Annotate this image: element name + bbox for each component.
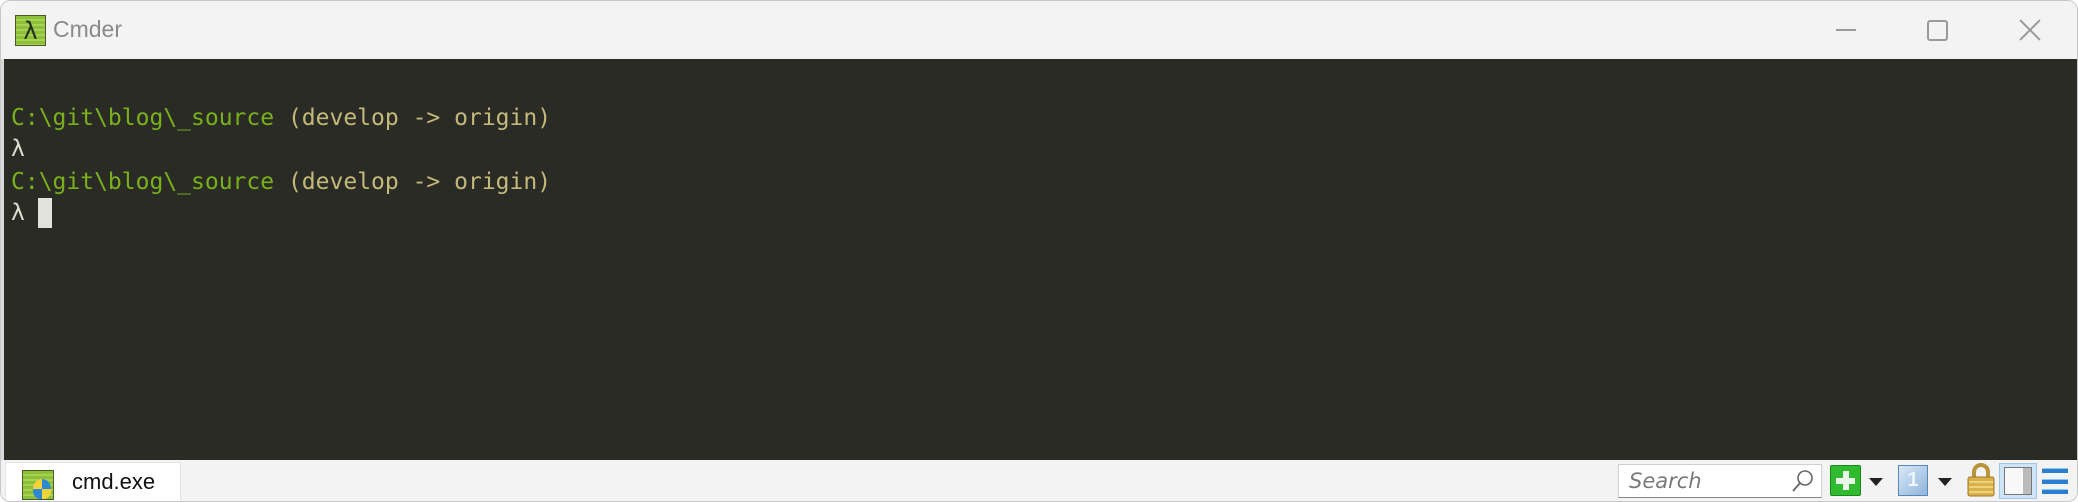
prompt-path: C:\git\blog\_source bbox=[11, 169, 275, 195]
maximize-icon bbox=[1926, 19, 1948, 41]
search-input[interactable] bbox=[1619, 465, 1789, 497]
minimize-icon bbox=[1836, 29, 1856, 31]
new-console-button[interactable] bbox=[1830, 465, 1861, 496]
lambda-icon[interactable]: λ bbox=[15, 15, 46, 46]
plus-icon-bar bbox=[1836, 478, 1855, 484]
close-icon bbox=[2019, 19, 2041, 41]
split-view-icon bbox=[2004, 467, 2032, 495]
split-view-button[interactable] bbox=[1999, 463, 2037, 499]
text-cursor bbox=[37, 197, 52, 228]
status-bar: cmd.exe 1 bbox=[1, 460, 2077, 501]
tab-cmd-exe[interactable]: cmd.exe bbox=[5, 462, 181, 501]
console-number-button[interactable]: 1 bbox=[1898, 465, 1928, 496]
lambda-prompt: λ bbox=[11, 136, 25, 162]
lock-icon[interactable] bbox=[1966, 463, 1996, 497]
close-button[interactable] bbox=[1984, 1, 2076, 59]
terminal-line: C:\git\blog\_source (develop -> origin) bbox=[11, 102, 551, 134]
terminal-line: C:\git\blog\_source (develop -> origin) bbox=[11, 166, 551, 198]
lambda-prompt: λ bbox=[11, 200, 25, 226]
minimize-button[interactable] bbox=[1800, 1, 1892, 59]
terminal-input-line[interactable]: λ bbox=[11, 197, 52, 229]
title-bar[interactable]: λ Cmder bbox=[1, 1, 2077, 59]
prompt-path: C:\git\blog\_source bbox=[11, 105, 275, 131]
terminal-line: λ bbox=[11, 133, 25, 165]
new-console-menu-arrow[interactable] bbox=[1869, 478, 1883, 486]
cmder-window: λ Cmder C:\git\blog\_source (develop -> … bbox=[0, 0, 2078, 502]
search-box[interactable] bbox=[1618, 464, 1822, 498]
git-branch: (develop -> origin) bbox=[274, 105, 552, 131]
console-menu-arrow[interactable] bbox=[1938, 478, 1952, 486]
terminal-console[interactable]: C:\git\blog\_source (develop -> origin) … bbox=[1, 59, 2077, 460]
hamburger-menu-icon[interactable] bbox=[2042, 468, 2068, 494]
tab-label: cmd.exe bbox=[72, 469, 156, 494]
window-title: Cmder bbox=[53, 16, 123, 42]
maximize-button[interactable] bbox=[1891, 1, 1983, 59]
search-icon[interactable] bbox=[1791, 469, 1815, 493]
git-branch: (develop -> origin) bbox=[274, 169, 552, 195]
cmd-console-icon bbox=[22, 470, 54, 500]
